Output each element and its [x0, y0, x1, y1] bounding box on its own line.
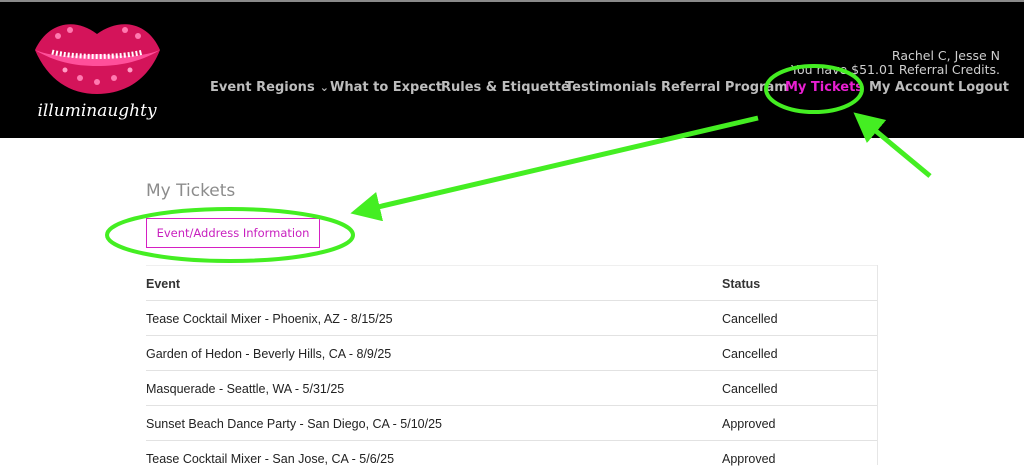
ticket-status: Cancelled	[722, 312, 778, 326]
ticket-event: Tease Cocktail Mixer - San Jose, CA - 5/…	[146, 452, 395, 466]
table-right-border	[877, 265, 878, 465]
nav-logout[interactable]: Logout	[958, 80, 1009, 95]
column-header-status: Status	[722, 277, 761, 291]
ticket-event: Garden of Hedon - Beverly Hills, CA - 8/…	[146, 347, 392, 361]
table-header-row: Event Status	[146, 265, 878, 300]
nav-testimonials[interactable]: Testimonials	[565, 80, 657, 95]
nav-event-regions[interactable]: Event Regions ⌄	[210, 80, 329, 95]
nav-rules-etiquette[interactable]: Rules & Etiquette	[441, 80, 570, 95]
table-row: Sunset Beach Dance Party - San Diego, CA…	[146, 405, 878, 440]
user-info: Rachel C, Jesse N You have $51.01 Referr…	[791, 49, 1000, 77]
table-row: Masquerade - Seattle, WA - 5/31/25 Cance…	[146, 370, 878, 405]
brand-script-text: illuminaughty	[37, 101, 157, 121]
ticket-event: Tease Cocktail Mixer - Phoenix, AZ - 8/1…	[146, 312, 393, 326]
chevron-down-icon: ⌄	[319, 81, 329, 94]
ticket-status: Approved	[722, 452, 776, 466]
nav-my-account[interactable]: My Account	[869, 80, 954, 95]
nav-my-tickets[interactable]: My Tickets	[785, 80, 863, 95]
nav-referral-program[interactable]: Referral Program	[661, 80, 788, 95]
ticket-status: Approved	[722, 417, 776, 431]
ticket-status: Cancelled	[722, 347, 778, 361]
table-row: Tease Cocktail Mixer - Phoenix, AZ - 8/1…	[146, 300, 878, 335]
page-title: My Tickets	[146, 181, 236, 201]
nav-event-regions-label: Event Regions	[210, 80, 315, 95]
event-address-info-button[interactable]: Event/Address Information	[146, 218, 320, 248]
column-header-event: Event	[146, 277, 181, 291]
lips-logo[interactable]: illuminaughty	[30, 12, 165, 127]
main-nav: Event Regions ⌄ What to Expect Rules & Et…	[0, 80, 1024, 100]
nav-what-to-expect[interactable]: What to Expect	[330, 80, 442, 95]
user-names: Rachel C, Jesse N	[891, 48, 1000, 63]
ticket-event: Masquerade - Seattle, WA - 5/31/25	[146, 382, 345, 396]
site-header: illuminaughty Rachel C, Jesse N You have…	[0, 2, 1024, 138]
table-row: Tease Cocktail Mixer - San Jose, CA - 5/…	[146, 440, 878, 475]
ticket-status: Cancelled	[722, 382, 778, 396]
ticket-event: Sunset Beach Dance Party - San Diego, CA…	[146, 417, 443, 431]
referral-credits: You have $51.01 Referral Credits.	[790, 62, 1000, 77]
tickets-table: Event Status Tease Cocktail Mixer - Phoe…	[146, 265, 878, 475]
table-row: Garden of Hedon - Beverly Hills, CA - 8/…	[146, 335, 878, 370]
